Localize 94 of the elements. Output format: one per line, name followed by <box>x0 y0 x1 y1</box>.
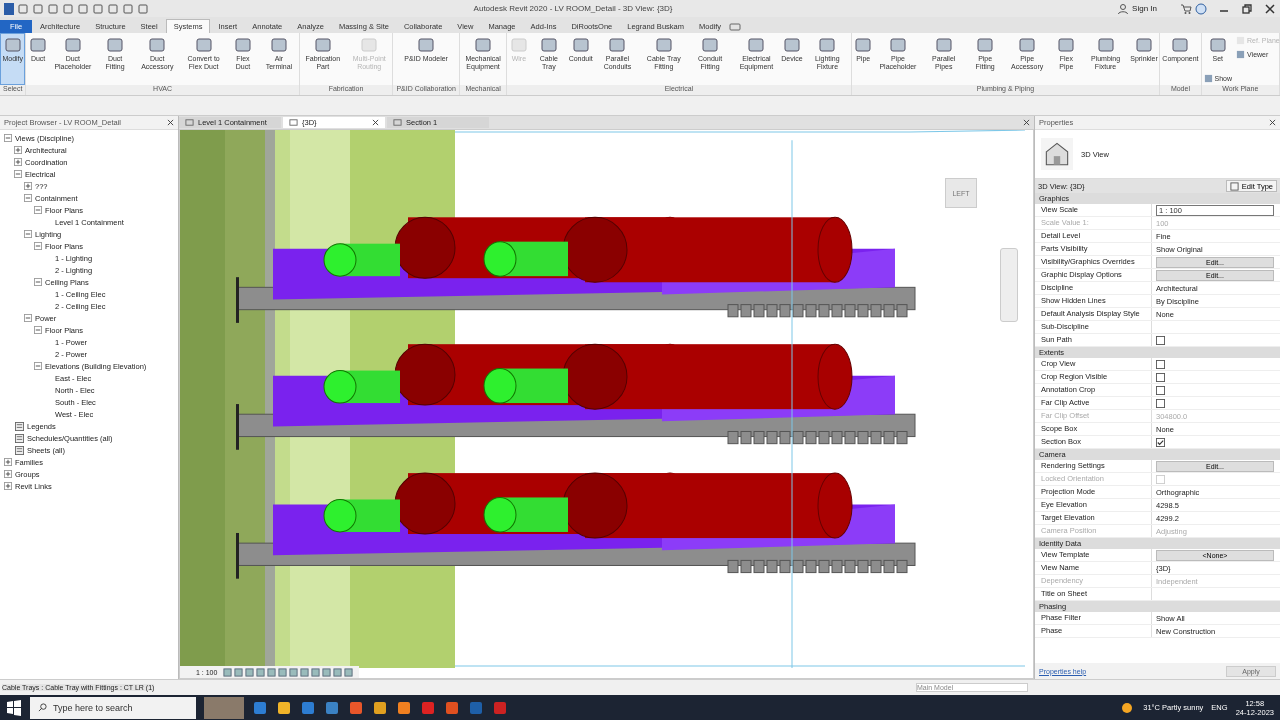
tool-icon <box>933 35 954 55</box>
sheet-icon <box>15 433 24 443</box>
sheet-icon <box>15 421 24 431</box>
tool-icon <box>781 35 802 55</box>
tool-icon <box>1134 35 1154 55</box>
tool-icon <box>416 35 437 55</box>
collapse-toggle-icon[interactable] <box>14 170 22 178</box>
taskbar-app-icon[interactable] <box>300 699 316 716</box>
collapse-toggle-icon[interactable] <box>34 326 42 334</box>
tool-icon <box>975 35 996 55</box>
close-icon[interactable] <box>167 119 174 126</box>
taskbar-app-icon[interactable] <box>348 699 364 716</box>
search-field[interactable]: Type here to search <box>30 696 196 719</box>
checkbox[interactable] <box>1156 385 1165 395</box>
app-logo[interactable] <box>4 2 14 15</box>
edit-icon <box>1229 181 1239 191</box>
toolbar-icon[interactable] <box>47 2 59 15</box>
taskbar-app-icon[interactable] <box>324 699 340 716</box>
tool-icon <box>312 35 333 55</box>
view-icon <box>185 118 194 127</box>
close-icon[interactable] <box>1269 119 1276 126</box>
expand-toggle-icon[interactable] <box>14 158 22 166</box>
collapse-toggle-icon[interactable] <box>34 206 42 214</box>
tool-icon <box>1095 35 1116 55</box>
tool-icon <box>62 35 83 55</box>
tool-icon <box>538 35 559 55</box>
tool-icon <box>233 35 253 55</box>
checkbox[interactable] <box>1156 372 1165 382</box>
checkbox[interactable] <box>1156 359 1165 369</box>
toolbar-icon[interactable] <box>32 2 44 15</box>
close-icon[interactable] <box>372 119 379 126</box>
window-title: Autodesk Revit 2020 - LV ROOM_Detail - 3D View: {3D} <box>472 4 674 13</box>
toolbar-icon[interactable] <box>122 2 134 15</box>
close-icon[interactable] <box>1264 2 1276 15</box>
taskbar-app-icon[interactable] <box>444 699 460 716</box>
view-icon <box>289 118 298 127</box>
taskbar-app-icon[interactable] <box>396 699 412 716</box>
toolbar-icon[interactable] <box>62 2 74 15</box>
tool-icon <box>607 35 628 55</box>
collapse-toggle-icon[interactable] <box>24 230 32 238</box>
tool-icon <box>2 35 23 55</box>
tool-icon <box>570 35 591 55</box>
view-icon <box>393 118 402 127</box>
tool-icon <box>700 35 721 55</box>
toolbar-icon[interactable] <box>17 2 29 15</box>
expand-toggle-icon[interactable] <box>24 182 32 190</box>
close-icon[interactable] <box>1023 119 1030 126</box>
tool-icon <box>473 35 494 55</box>
tool-icon <box>1207 35 1228 55</box>
3d-view-icon <box>1041 138 1073 170</box>
collapse-toggle-icon[interactable] <box>34 242 42 250</box>
tool-icon <box>1170 35 1191 55</box>
tool-icon <box>1203 73 1213 83</box>
taskbar-app-icon[interactable] <box>276 699 292 716</box>
search-icon <box>38 703 47 712</box>
tool-icon <box>193 35 214 55</box>
tool-icon <box>1056 35 1077 55</box>
collapse-toggle-icon[interactable] <box>34 362 42 370</box>
sign-in-link[interactable]: Sign In <box>1132 4 1157 13</box>
toolbar-icon[interactable] <box>107 2 119 15</box>
photo-placeholder <box>204 696 244 719</box>
tool-icon <box>268 35 289 55</box>
sheet-icon <box>15 445 24 455</box>
checkbox[interactable] <box>1156 437 1165 447</box>
toolbar-icon[interactable] <box>92 2 104 15</box>
expand-toggle-icon[interactable] <box>4 458 12 466</box>
tool-icon <box>147 35 168 55</box>
user-icon <box>1117 2 1130 15</box>
taskbar-app-icon[interactable] <box>252 699 268 716</box>
tool-icon <box>28 35 49 55</box>
cart-icon[interactable] <box>1180 2 1192 15</box>
toolbar-icon[interactable] <box>77 2 89 15</box>
panel-toggle-icon[interactable] <box>729 21 742 33</box>
checkbox[interactable] <box>1156 398 1165 408</box>
start-icon[interactable] <box>6 699 22 716</box>
tool-icon <box>746 35 767 55</box>
expand-toggle-icon[interactable] <box>4 470 12 478</box>
collapse-toggle-icon[interactable] <box>34 278 42 286</box>
tool-icon <box>1017 35 1038 55</box>
tool-icon <box>887 35 908 55</box>
help-icon[interactable] <box>1195 2 1207 15</box>
checkbox[interactable] <box>1156 335 1165 345</box>
collapse-toggle-icon[interactable] <box>24 314 32 322</box>
collapse-toggle-icon[interactable] <box>24 194 32 202</box>
toolbar-icon[interactable] <box>137 2 149 15</box>
restore-icon[interactable] <box>1241 2 1253 15</box>
expand-toggle-icon[interactable] <box>4 482 12 490</box>
tool-icon <box>105 35 126 55</box>
tool-icon <box>853 35 874 55</box>
taskbar-app-icon[interactable] <box>372 699 388 716</box>
tool-icon <box>653 35 674 55</box>
collapse-toggle-icon[interactable] <box>4 134 12 142</box>
tool-icon <box>817 35 838 55</box>
expand-toggle-icon[interactable] <box>14 146 22 154</box>
